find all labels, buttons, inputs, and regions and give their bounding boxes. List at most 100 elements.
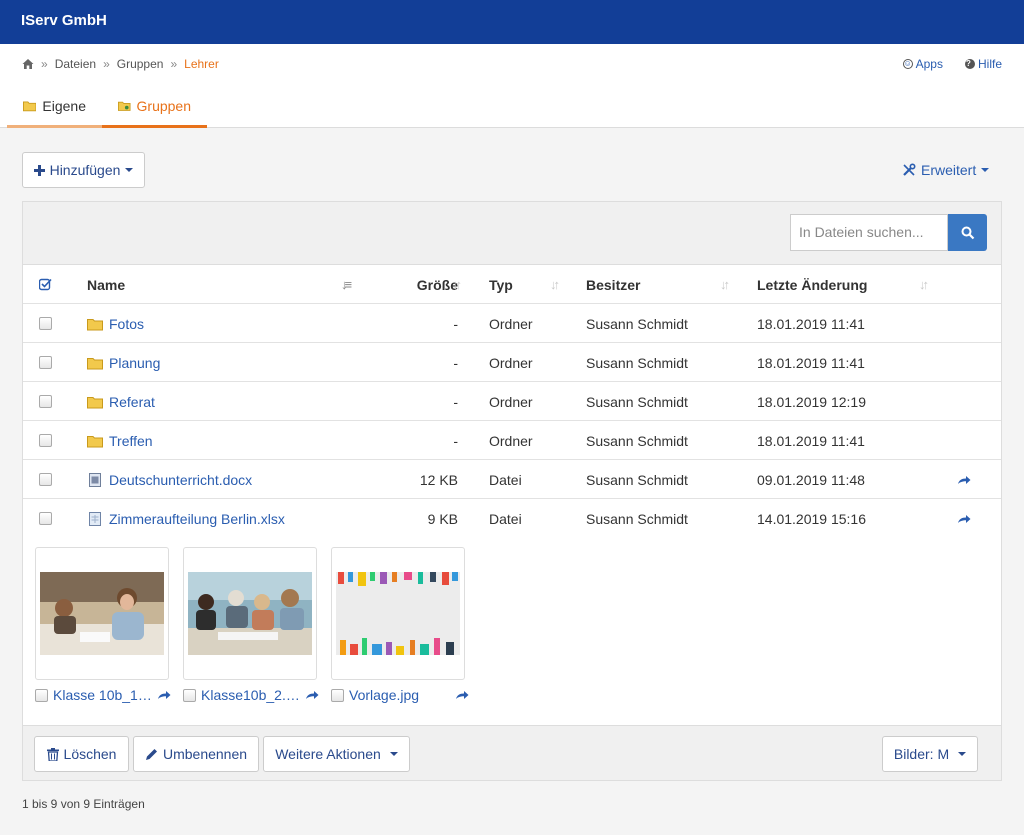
breadcrumb-gruppen[interactable]: Gruppen	[117, 57, 164, 71]
file-modified: 18.01.2019 11:41	[757, 315, 865, 332]
checkbox[interactable]	[39, 512, 52, 525]
table-row[interactable]: Planung - Ordner Susann Schmidt 18.01.20…	[23, 343, 1001, 382]
image-name[interactable]: Klasse 10b_1…	[53, 687, 152, 703]
add-button[interactable]: Hinzufügen	[22, 152, 145, 188]
brand-name[interactable]: IServ GmbH	[21, 12, 107, 29]
advanced-button[interactable]: Erweitert	[902, 162, 990, 178]
row-checkbox[interactable]	[39, 421, 55, 460]
question-icon: ?	[964, 59, 975, 69]
search-button[interactable]	[948, 214, 987, 251]
file-name: Planung	[109, 354, 161, 371]
breadcrumb: » Dateien » Gruppen » Lehrer	[22, 57, 219, 71]
column-modified[interactable]: Letzte Änderung	[757, 265, 867, 304]
file-owner: Susann Schmidt	[586, 432, 688, 449]
file-link[interactable]: Zimmeraufteilung Berlin.xlsx	[87, 511, 285, 527]
file-size: -	[453, 315, 458, 332]
select-all-checkbox[interactable]	[39, 265, 55, 304]
image-size-label: Bilder: M	[893, 746, 950, 762]
checkbox[interactable]	[39, 317, 52, 330]
page-header: » Dateien » Gruppen » Lehrer ☺ Apps ? Hi…	[0, 44, 1024, 128]
file-link[interactable]: Referat	[87, 394, 155, 410]
file-modified: 18.01.2019 12:19	[757, 393, 866, 410]
checkbox[interactable]	[39, 395, 52, 408]
share-arrow-icon	[958, 475, 971, 484]
search-input[interactable]: In Dateien suchen...	[790, 214, 948, 251]
checklist-icon	[39, 278, 52, 291]
tab-eigene[interactable]: Eigene	[7, 86, 102, 128]
image-name[interactable]: Klasse10b_2.…	[201, 687, 300, 703]
image-checkbox[interactable]	[35, 688, 48, 702]
file-modified: 18.01.2019 11:41	[757, 432, 865, 449]
sort-icon[interactable]: ↓↑	[550, 277, 560, 292]
image-gallery: Klasse 10b_1… Klasse10b_2.… Vorlage.jpg	[23, 533, 1001, 726]
delete-button[interactable]: Löschen	[34, 736, 129, 772]
sort-icon[interactable]: ↓↑	[919, 277, 929, 292]
apps-icon: ☺	[902, 59, 913, 69]
file-name: Referat	[109, 393, 155, 410]
breadcrumb-separator: »	[41, 57, 48, 71]
entry-count: 1 bis 9 von 9 Einträgen	[22, 797, 145, 811]
delete-label: Löschen	[63, 746, 117, 762]
file-size: -	[453, 432, 458, 449]
table-row[interactable]: Referat - Ordner Susann Schmidt 18.01.20…	[23, 382, 1001, 421]
checkbox[interactable]	[39, 356, 52, 369]
row-checkbox[interactable]	[39, 382, 55, 421]
image-name[interactable]: Vorlage.jpg	[349, 687, 450, 703]
sort-icon[interactable]: ↓↑	[720, 277, 730, 292]
help-label: Hilfe	[977, 57, 1002, 71]
image-thumbnail[interactable]	[35, 547, 169, 680]
table-row[interactable]: Deutschunterricht.docx 12 KB Datei Susan…	[23, 460, 1001, 499]
table-row[interactable]: Fotos - Ordner Susann Schmidt 18.01.2019…	[23, 304, 1001, 343]
breadcrumb-dateien[interactable]: Dateien	[55, 57, 96, 71]
apps-link[interactable]: ☺ Apps	[902, 57, 943, 71]
image-size-button[interactable]: Bilder: M	[882, 736, 978, 772]
image-checkbox[interactable]	[183, 688, 196, 702]
more-actions-button[interactable]: Weitere Aktionen	[263, 736, 410, 772]
rename-button[interactable]: Umbenennen	[133, 736, 259, 772]
share-arrow-icon[interactable]	[455, 690, 469, 700]
row-checkbox[interactable]	[39, 460, 55, 499]
row-checkbox[interactable]	[39, 304, 55, 343]
tools-icon	[903, 163, 916, 176]
image-label: Klasse10b_2.…	[183, 687, 325, 703]
column-name[interactable]: Name	[87, 265, 125, 304]
file-owner: Susann Schmidt	[586, 471, 688, 488]
share-arrow-icon[interactable]	[305, 690, 319, 700]
file-name: Deutschunterricht.docx	[109, 471, 253, 488]
file-size: -	[453, 393, 458, 410]
image-thumbnail[interactable]	[331, 547, 465, 680]
file-link[interactable]: Planung	[87, 355, 160, 371]
file-link[interactable]: Fotos	[87, 316, 144, 332]
table-row[interactable]: Treffen - Ordner Susann Schmidt 18.01.20…	[23, 421, 1001, 460]
share-arrow-icon[interactable]	[157, 690, 171, 700]
file-owner: Susann Schmidt	[586, 393, 688, 410]
file-type: Datei	[489, 471, 522, 488]
file-link[interactable]: Treffen	[87, 433, 153, 449]
group-folder-icon	[118, 101, 131, 111]
image-thumbnail[interactable]	[183, 547, 317, 680]
folder-icon	[87, 357, 103, 369]
file-size: -	[453, 354, 458, 371]
share-button[interactable]	[957, 460, 973, 499]
file-link[interactable]: Deutschunterricht.docx	[87, 472, 252, 488]
tab-gruppen-label: Gruppen	[136, 97, 191, 114]
column-type[interactable]: Typ	[489, 265, 513, 304]
row-checkbox[interactable]	[39, 343, 55, 382]
breadcrumb-separator: »	[103, 57, 110, 71]
image-checkbox[interactable]	[331, 688, 344, 702]
column-owner[interactable]: Besitzer	[586, 265, 640, 304]
file-type: Ordner	[489, 432, 533, 449]
home-icon[interactable]	[22, 58, 34, 70]
folder-icon	[87, 318, 103, 330]
sort-active-icon[interactable]: ↓≡	[341, 277, 352, 292]
tab-gruppen[interactable]: Gruppen	[102, 86, 207, 128]
sort-icon[interactable]: ↓↑	[452, 277, 462, 292]
checkbox[interactable]	[39, 434, 52, 447]
checkbox[interactable]	[39, 473, 52, 486]
file-table: Name ↓≡ Größe ↓↑ Typ ↓↑ Besitzer ↓↑ Letz…	[23, 264, 1001, 538]
column-size[interactable]: Größe	[373, 265, 458, 304]
help-link[interactable]: ? Hilfe	[964, 57, 1002, 71]
rename-label: Umbenennen	[162, 746, 248, 762]
folder-icon	[87, 435, 103, 447]
file-name: Treffen	[109, 432, 153, 449]
